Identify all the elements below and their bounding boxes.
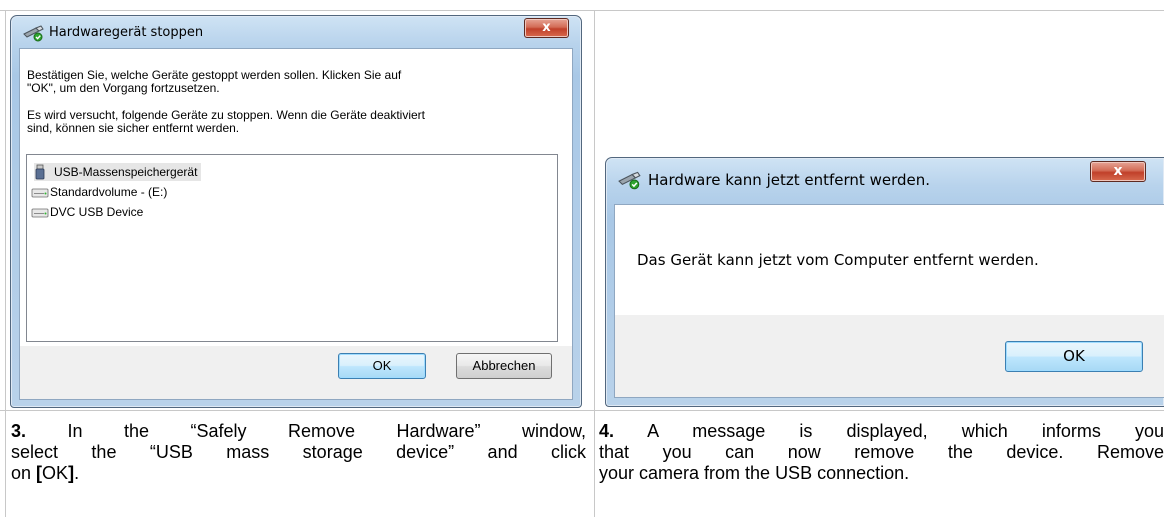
- list-item[interactable]: USB-Massenspeichergerät: [34, 163, 202, 181]
- close-button[interactable]: x: [524, 18, 569, 38]
- list-item[interactable]: Standardvolume - (E:): [31, 183, 167, 201]
- close-button[interactable]: x: [1090, 161, 1146, 182]
- stop-hardware-dialog: Hardwaregerät stoppen x Bestätigen Sie, …: [10, 15, 582, 408]
- device-list[interactable]: USB-Massenspeichergerät Standardvolume -…: [26, 154, 558, 342]
- ok-button[interactable]: OK: [338, 353, 426, 379]
- list-item[interactable]: DVC USB Device: [31, 203, 143, 221]
- dialog-body: Das Gerät kann jetzt vom Computer entfer…: [614, 204, 1164, 398]
- hardware-remove-icon: [618, 170, 642, 194]
- list-item-label: DVC USB Device: [50, 205, 144, 219]
- step-4-caption: 4. A message is displayed, which informs…: [599, 421, 1164, 483]
- table-top-border: [0, 10, 1164, 11]
- info-text: Es wird versucht, folgende Geräte zu sto…: [27, 108, 425, 135]
- table-row-divider: [0, 410, 1164, 411]
- cancel-button[interactable]: Abbrechen: [456, 353, 552, 379]
- message-text: Das Gerät kann jetzt vom Computer entfer…: [637, 251, 1039, 269]
- dialog-body: Bestätigen Sie, welche Geräte gestoppt w…: [19, 48, 573, 400]
- table-center-divider: [594, 10, 595, 517]
- drive-icon: [31, 206, 49, 218]
- list-item-label: USB-Massenspeichergerät: [54, 165, 198, 179]
- step-number: 3.: [11, 421, 27, 441]
- hardware-remove-icon: [23, 24, 45, 46]
- step-3-caption: 3. In the “Safely Remove Hardware” windo…: [11, 421, 586, 483]
- window-title: Hardwaregerät stoppen: [49, 25, 204, 40]
- step-number: 4.: [599, 421, 615, 441]
- usb-stick-icon: [34, 164, 48, 180]
- safe-to-remove-dialog: Hardware kann jetzt entfernt werden. x D…: [605, 157, 1164, 407]
- window-title: Hardware kann jetzt entfernt werden.: [648, 171, 930, 189]
- drive-icon: [31, 186, 49, 198]
- table-left-border: [5, 10, 6, 517]
- list-item-label: Standardvolume - (E:): [50, 185, 168, 199]
- instruction-text: Bestätigen Sie, welche Geräte gestoppt w…: [27, 68, 402, 95]
- ok-button[interactable]: OK: [1005, 341, 1143, 372]
